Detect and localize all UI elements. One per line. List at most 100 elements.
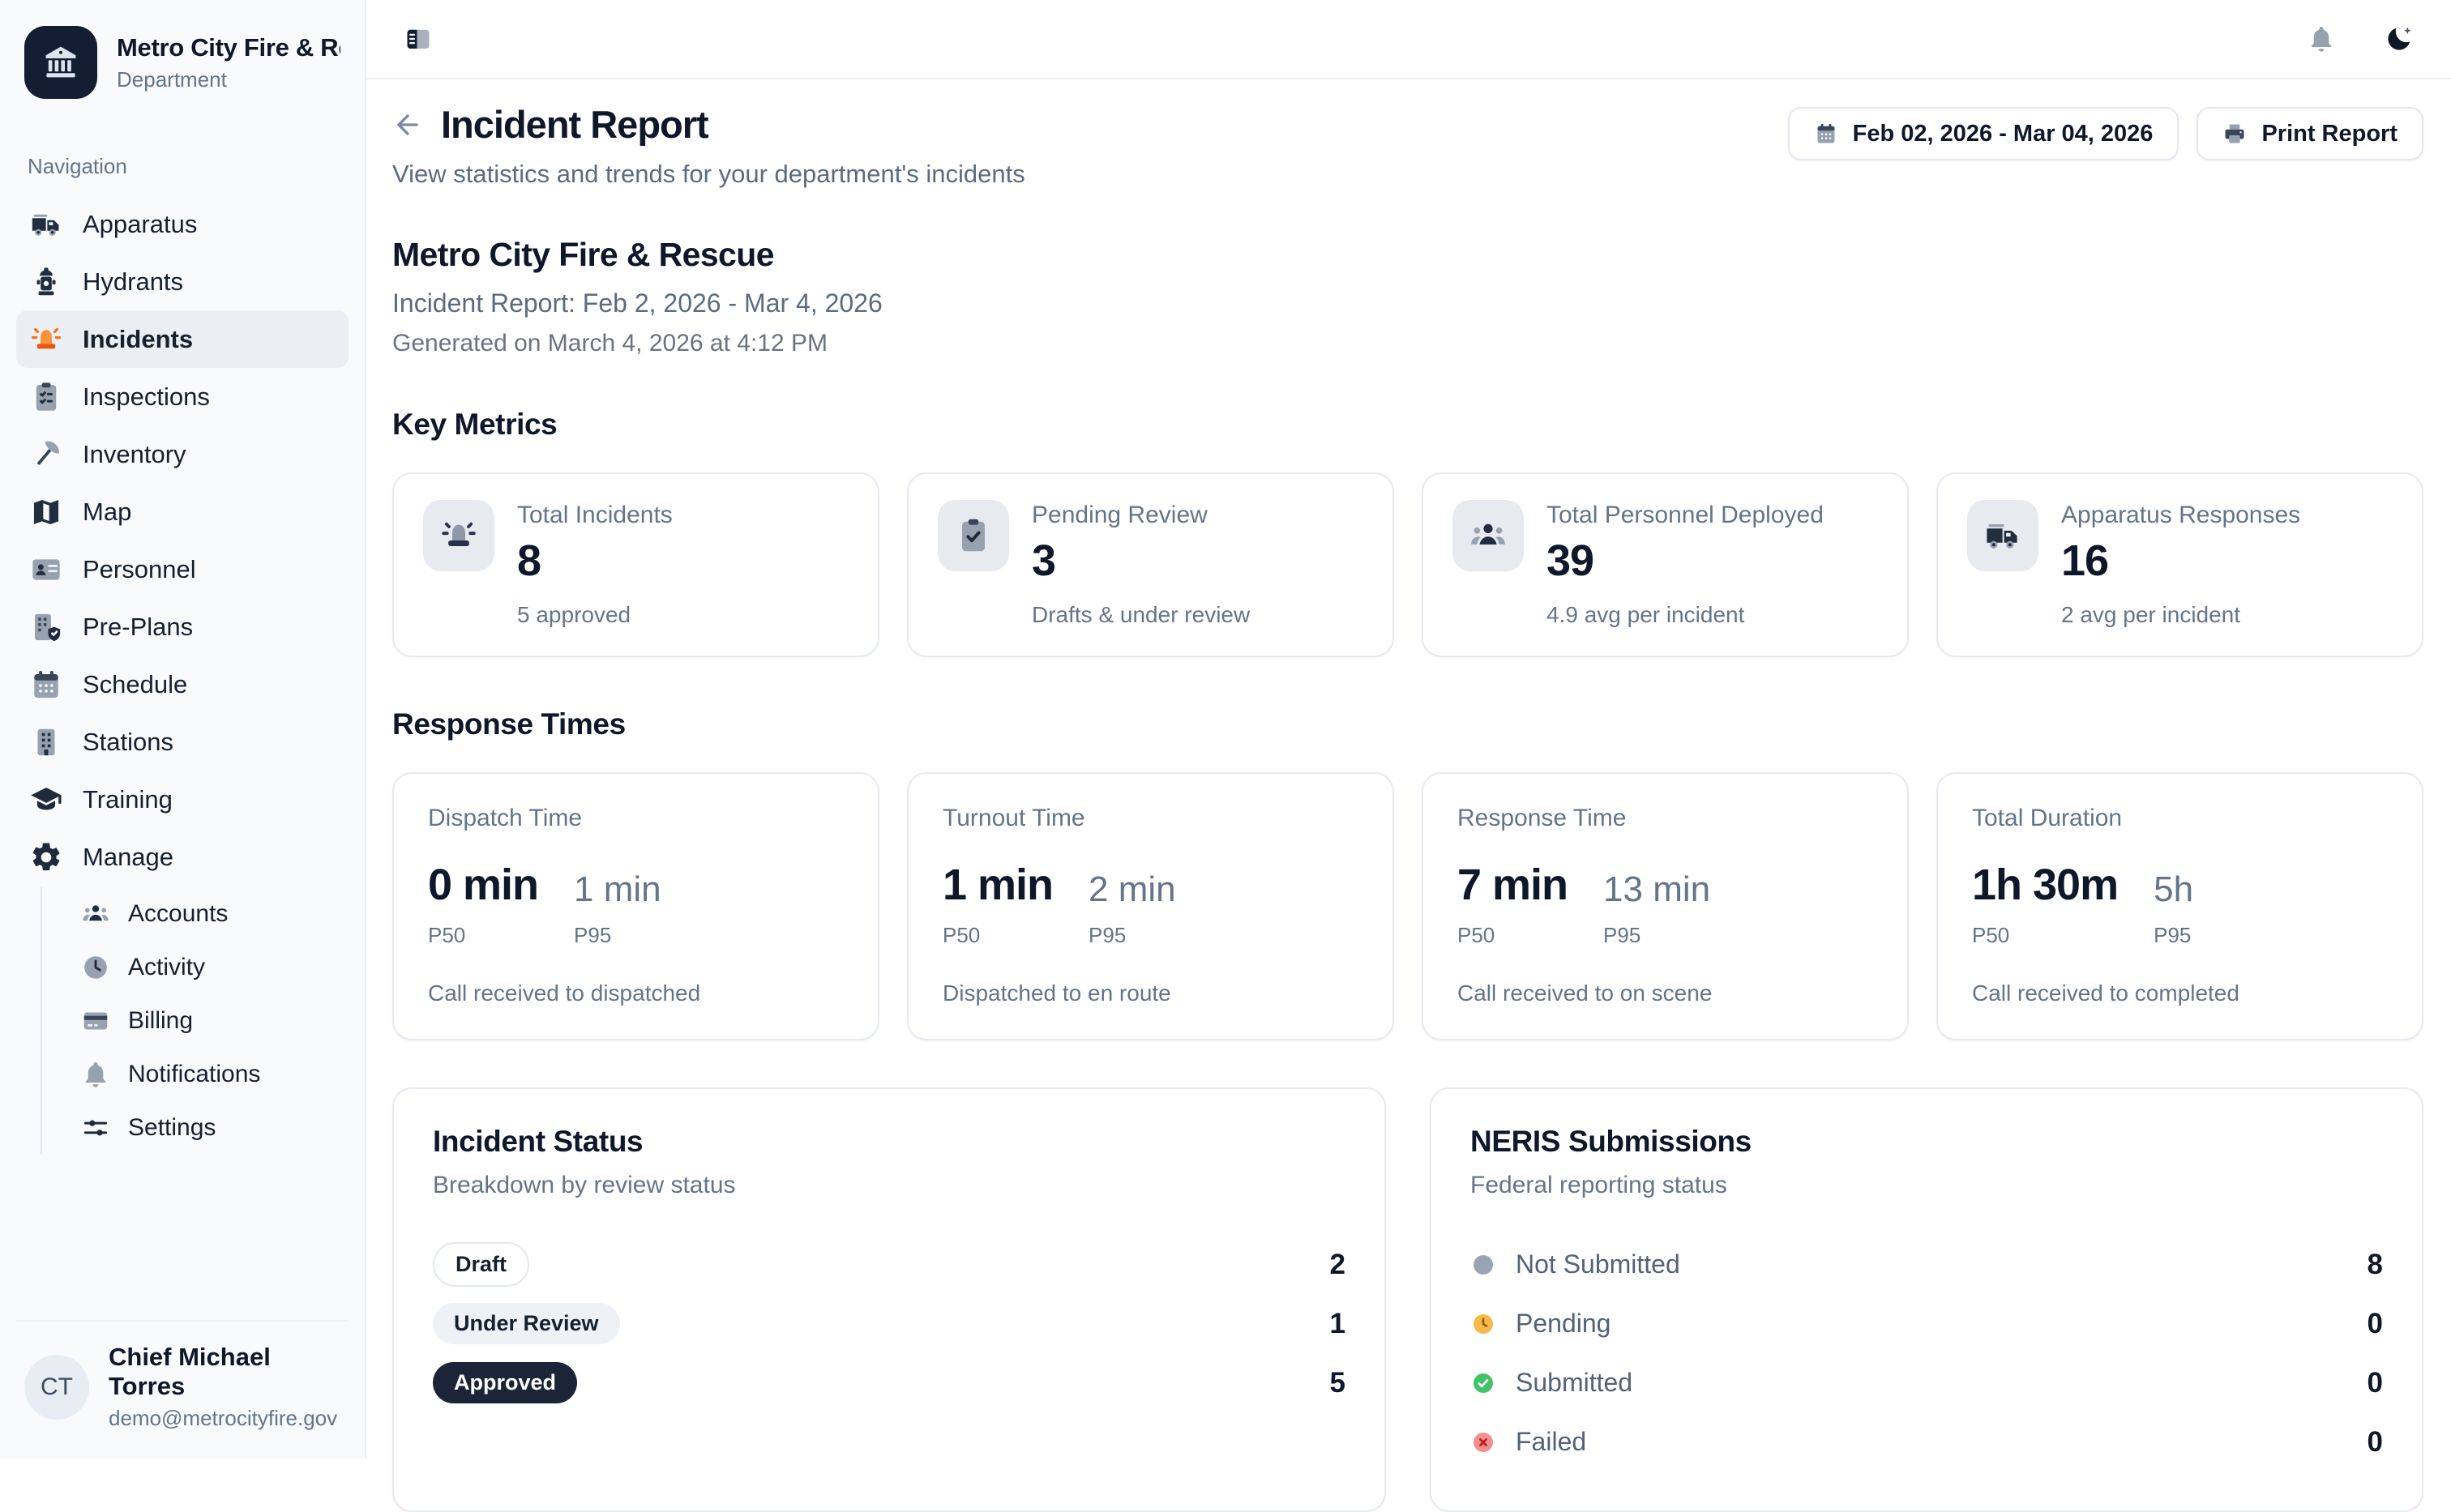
sidebar-item-label: Map xyxy=(83,498,131,527)
user-menu[interactable]: CT Chief Michael Torres demo@metrocityfi… xyxy=(16,1320,349,1431)
response-times-row: Dispatch Time 0 min P50 1 min P95 Call r… xyxy=(392,772,2423,1040)
p50-label: P50 xyxy=(943,923,1053,948)
back-button[interactable] xyxy=(392,109,423,140)
sidebar-item-stations[interactable]: Stations xyxy=(16,713,349,771)
calendar-icon xyxy=(29,668,63,702)
response-card-caption: Dispatched to en route xyxy=(943,980,1358,1006)
sidebar-item-pre-plans[interactable]: Pre-Plans xyxy=(16,598,349,656)
avatar: CT xyxy=(24,1355,89,1420)
metric-subtext: 5 approved xyxy=(517,602,849,628)
status-count: 2 xyxy=(1330,1249,1345,1281)
incident-status-card: Incident Status Breakdown by review stat… xyxy=(392,1087,1386,1512)
fire-truck-icon xyxy=(1983,516,2022,555)
hydrant-icon xyxy=(29,265,63,299)
incident-status-subtitle: Breakdown by review status xyxy=(433,1172,1345,1199)
sidebar-item-label: Training xyxy=(83,785,173,814)
sidebar-item-apparatus[interactable]: Apparatus xyxy=(16,195,349,253)
status-badge: Under Review xyxy=(433,1303,620,1344)
sidebar-item-label: Hydrants xyxy=(83,267,183,297)
response-card-caption: Call received to on scene xyxy=(1457,980,1873,1006)
neris-card: NERIS Submissions Federal reporting stat… xyxy=(1430,1087,2423,1512)
metric-icon-tile xyxy=(938,500,1009,571)
p95-value: 1 min xyxy=(574,869,661,910)
date-range-button[interactable]: Feb 02, 2026 - Mar 04, 2026 xyxy=(1788,107,2179,160)
sidebar-item-inspections[interactable]: Inspections xyxy=(16,368,349,425)
sidebar-item-inventory[interactable]: Inventory xyxy=(16,425,349,483)
sidebar-item-label: Apparatus xyxy=(83,210,197,239)
incident-status-list: Draft 2 Under Review 1 Approved 5 xyxy=(433,1235,1345,1412)
status-badge: Draft xyxy=(433,1242,529,1287)
metric-subtext: Drafts & under review xyxy=(1032,602,1363,628)
metric-value: 8 xyxy=(517,536,849,586)
neris-row-count: 0 xyxy=(2368,1367,2383,1399)
key-metrics-heading: Key Metrics xyxy=(392,408,2423,442)
p95-label: P95 xyxy=(574,923,661,948)
gear-icon xyxy=(29,840,63,874)
sidebar-item-billing[interactable]: Billing xyxy=(68,994,349,1048)
sidebar-item-activity[interactable]: Activity xyxy=(68,941,349,994)
sidebar-item-notifications[interactable]: Notifications xyxy=(68,1048,349,1101)
metric-label: Total Incidents xyxy=(517,502,849,529)
id-card-icon xyxy=(29,553,63,587)
metric-subtext: 2 avg per incident xyxy=(2061,602,2393,628)
neris-row-pending: Pending 0 xyxy=(1470,1294,2383,1353)
response-times-heading: Response Times xyxy=(392,707,2423,741)
sidebar-item-label: Pre-Plans xyxy=(83,613,193,642)
sidebar-item-hydrants[interactable]: Hydrants xyxy=(16,253,349,310)
notifications-button[interactable] xyxy=(2300,18,2342,60)
neris-row-submitted: Submitted 0 xyxy=(1470,1353,2383,1412)
sidebar-toggle-button[interactable] xyxy=(397,18,439,60)
report-department: Metro City Fire & Rescue xyxy=(392,236,2423,274)
response-card-turnout-time: Turnout Time 1 min P50 2 min P95 Dispatc… xyxy=(907,772,1394,1040)
neris-row-count: 0 xyxy=(2368,1308,2383,1340)
response-card-response-time: Response Time 7 min P50 13 min P95 Call … xyxy=(1422,772,1909,1040)
sidebar-item-label: Inspections xyxy=(83,382,210,412)
sidebar-item-label: Stations xyxy=(83,728,173,757)
sidebar-spacer xyxy=(16,1156,349,1320)
siren-icon xyxy=(29,322,63,357)
arrow-left-icon xyxy=(392,109,423,140)
neris-row-label: Not Submitted xyxy=(1516,1249,1680,1279)
sidebar-item-personnel[interactable]: Personnel xyxy=(16,540,349,598)
sidebar-nav: Apparatus Hydrants Incidents Inspections… xyxy=(16,195,349,1156)
status-count: 1 xyxy=(1330,1308,1345,1340)
calendar-icon xyxy=(1814,122,1838,146)
sidebar-item-label: Notifications xyxy=(128,1061,260,1088)
theme-toggle-button[interactable] xyxy=(2378,18,2420,60)
sidebar-item-label: Personnel xyxy=(83,555,196,584)
response-card-caption: Call received to completed xyxy=(1972,980,2388,1006)
neris-list: Not Submitted 8 Pending 0 Submitted 0 Fa… xyxy=(1470,1235,2383,1471)
bank-icon xyxy=(41,43,80,82)
sidebar-item-incidents[interactable]: Incidents xyxy=(16,310,349,368)
neris-row-count: 0 xyxy=(2368,1426,2383,1459)
org-header[interactable]: Metro City Fire & Res... Department xyxy=(16,21,349,104)
sidebar-item-training[interactable]: Training xyxy=(16,771,349,828)
sidebar-item-map[interactable]: Map xyxy=(16,483,349,540)
response-card-title: Dispatch Time xyxy=(428,805,844,832)
neris-title: NERIS Submissions xyxy=(1470,1125,2383,1159)
sidebar-item-label: Billing xyxy=(128,1007,193,1035)
sidebar-item-accounts[interactable]: Accounts xyxy=(68,887,349,941)
credit-card-icon xyxy=(81,1006,110,1036)
gray-dot-icon xyxy=(1470,1252,1496,1278)
print-report-button[interactable]: Print Report xyxy=(2196,107,2423,160)
sidebar-item-label: Activity xyxy=(128,954,205,981)
p95-label: P95 xyxy=(1089,923,1176,948)
graduation-cap-icon xyxy=(29,783,63,817)
p50-label: P50 xyxy=(1972,923,2118,948)
metric-icon-tile xyxy=(423,500,494,571)
status-count: 5 xyxy=(1330,1367,1345,1399)
report-meta: Metro City Fire & Rescue Incident Report… xyxy=(392,236,2423,357)
metric-card-total-personnel-deployed: Total Personnel Deployed 39 4.9 avg per … xyxy=(1422,472,1909,657)
nav-section-label: Navigation xyxy=(28,154,349,179)
clock-icon xyxy=(81,953,110,982)
sidebar-item-manage[interactable]: Manage xyxy=(16,828,349,886)
bell-icon xyxy=(2307,24,2336,53)
response-card-title: Total Duration xyxy=(1972,805,2388,832)
sidebar-item-settings[interactable]: Settings xyxy=(68,1101,349,1155)
topbar xyxy=(366,0,2451,79)
sidebar-item-schedule[interactable]: Schedule xyxy=(16,656,349,713)
user-name: Chief Michael Torres xyxy=(109,1343,340,1401)
users-icon xyxy=(1469,516,1508,555)
status-row-under-review: Under Review 1 xyxy=(433,1294,1345,1353)
